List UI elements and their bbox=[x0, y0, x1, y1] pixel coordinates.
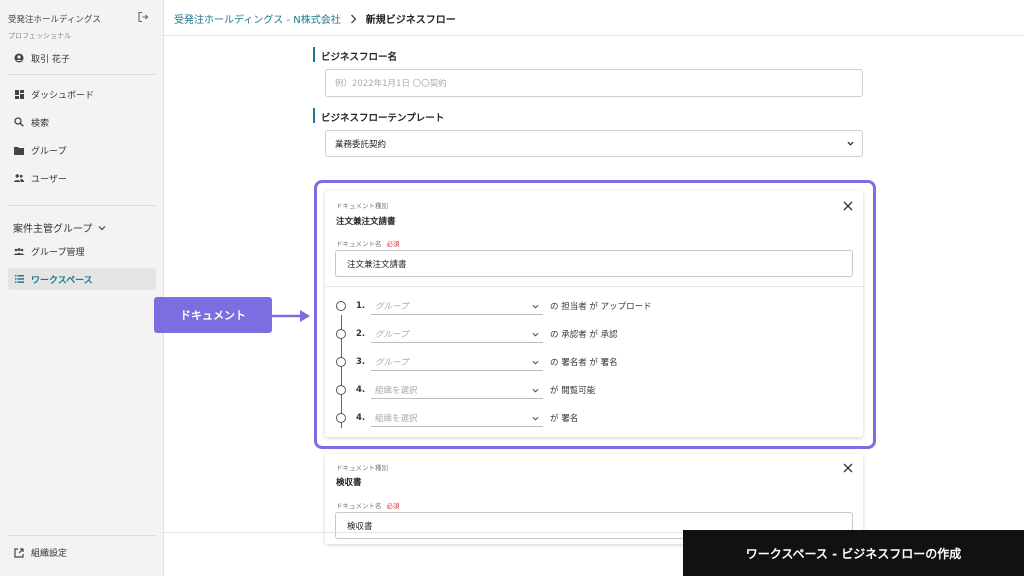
sidebar-divider bbox=[8, 535, 156, 536]
step-org-select[interactable]: 組織を選択 bbox=[371, 381, 543, 399]
sidebar-group-header[interactable]: 案件主管グループ bbox=[13, 220, 106, 235]
step-description: の 担当者 が アップロード bbox=[550, 302, 652, 312]
folder-icon bbox=[14, 145, 24, 155]
breadcrumb: 受発注ホールディングス - N株式会社 新規ビジネスフロー bbox=[174, 11, 456, 26]
chevron-down-icon bbox=[98, 225, 106, 230]
template-select[interactable]: 業務委託契約 bbox=[325, 130, 863, 157]
chevron-right-icon bbox=[350, 14, 357, 23]
document-name-label: ドキュメント名 必須 bbox=[336, 500, 400, 510]
step-number: 4. bbox=[356, 385, 366, 395]
step-number: 3. bbox=[356, 357, 366, 367]
user-name: 取引 花子 bbox=[31, 54, 70, 65]
step-radio-circle[interactable] bbox=[336, 385, 346, 395]
user-circle-icon bbox=[14, 53, 24, 63]
step-description: が 署名 bbox=[550, 414, 579, 424]
step-number: 1. bbox=[356, 301, 366, 311]
top-bar: 受発注ホールディングス - N株式会社 新規ビジネスフロー bbox=[164, 0, 1024, 36]
step-org-select[interactable]: 組織を選択 bbox=[371, 409, 543, 427]
document-name-label-text: ドキュメント名 bbox=[336, 240, 382, 248]
sidebar-item-group[interactable]: グループ bbox=[8, 139, 156, 161]
document-type-label: ドキュメント種別 bbox=[336, 202, 388, 210]
sidebar-divider bbox=[8, 74, 156, 75]
dashboard-icon bbox=[14, 89, 24, 99]
step-select-placeholder: 組織を選択 bbox=[375, 385, 418, 396]
users-icon bbox=[14, 173, 24, 183]
org-settings-label: 組織設定 bbox=[31, 549, 68, 559]
required-badge: 必須 bbox=[386, 240, 400, 248]
step-description: が 閲覧可能 bbox=[550, 386, 596, 396]
flow-name-label: ビジネスフロー名 bbox=[313, 47, 397, 63]
document-type-value: 検収書 bbox=[336, 478, 362, 488]
step-select-placeholder: グループ bbox=[375, 357, 409, 368]
chevron-down-icon bbox=[532, 388, 539, 393]
document-type-label: ドキュメント種別 bbox=[336, 464, 388, 472]
step-description: の 承認者 が 承認 bbox=[550, 330, 618, 340]
sidebar-item-users[interactable]: ユーザー bbox=[8, 167, 156, 189]
sidebar-item-search[interactable]: 検索 bbox=[8, 111, 156, 133]
step-radio-circle[interactable] bbox=[336, 301, 346, 311]
sidebar-item-group-management[interactable]: グループ管理 bbox=[8, 240, 156, 262]
card-divider bbox=[325, 286, 863, 287]
chevron-down-icon bbox=[532, 360, 539, 365]
sidebar-item-label: ダッシュボード bbox=[31, 90, 95, 101]
list-icon bbox=[14, 274, 24, 284]
chevron-down-icon bbox=[532, 304, 539, 309]
step-select-placeholder: 組織を選択 bbox=[375, 413, 418, 424]
chevron-down-icon bbox=[847, 141, 854, 146]
sidebar: 受発注ホールディングス プロフェッショナル 取引 花子 ダッシュボード 検索 グ… bbox=[0, 0, 164, 576]
sidebar-user[interactable]: 取引 花子 bbox=[8, 47, 156, 69]
document-name-label-text: ドキュメント名 bbox=[336, 502, 382, 510]
document-card: ドキュメント種別 注文兼注文請書 ドキュメント名 必須 注文兼注文請書 1. グル… bbox=[325, 191, 863, 437]
group-icon bbox=[14, 246, 24, 256]
step-radio-circle[interactable] bbox=[336, 357, 346, 367]
workflow-step: 4. 組織を選択 が 閲覧可能 bbox=[336, 381, 836, 399]
sidebar-item-label: ユーザー bbox=[31, 174, 67, 185]
search-icon bbox=[14, 117, 24, 127]
page-title: 新規ビジネスフロー bbox=[365, 15, 456, 26]
required-badge: 必須 bbox=[386, 502, 400, 510]
chevron-down-icon bbox=[532, 332, 539, 337]
step-number: 4. bbox=[356, 413, 366, 423]
sidebar-item-label: ワークスペース bbox=[31, 275, 93, 286]
step-select-placeholder: グループ bbox=[375, 329, 409, 340]
sidebar-item-org-settings[interactable]: 組織設定 bbox=[8, 546, 67, 559]
external-link-icon bbox=[14, 547, 24, 558]
workflow-step: 1. グループ の 担当者 が アップロード bbox=[336, 297, 836, 315]
close-icon[interactable] bbox=[843, 463, 853, 473]
workflow-step: 4. 組織を選択 が 署名 bbox=[336, 409, 836, 427]
document-name-label: ドキュメント名 必須 bbox=[336, 238, 400, 248]
arrow-right-icon bbox=[272, 310, 310, 322]
sidebar-divider bbox=[8, 205, 156, 206]
chevron-down-icon bbox=[532, 416, 539, 421]
workflow-step: 3. グループ の 署名者 が 署名 bbox=[336, 353, 836, 371]
plan-label: プロフェッショナル bbox=[8, 32, 71, 40]
step-select-placeholder: グループ bbox=[375, 301, 409, 312]
group-header-label: 案件主管グループ bbox=[13, 224, 93, 235]
step-number: 2. bbox=[356, 329, 366, 339]
caption-banner: ワークスペース - ビジネスフローの作成 bbox=[683, 530, 1024, 576]
step-radio-circle[interactable] bbox=[336, 329, 346, 339]
logout-icon[interactable] bbox=[137, 11, 149, 23]
company-name: 受発注ホールディングス bbox=[8, 15, 101, 25]
template-label: ビジネスフローテンプレート bbox=[313, 108, 444, 124]
step-group-select[interactable]: グループ bbox=[371, 297, 543, 315]
sidebar-item-workspace[interactable]: ワークスペース bbox=[8, 268, 156, 290]
document-name-input[interactable]: 注文兼注文請書 bbox=[335, 250, 853, 277]
step-group-select[interactable]: グループ bbox=[371, 353, 543, 371]
close-icon[interactable] bbox=[843, 201, 853, 211]
sidebar-item-dashboard[interactable]: ダッシュボード bbox=[8, 83, 156, 105]
sidebar-item-label: 検索 bbox=[31, 118, 50, 129]
workflow-step: 2. グループ の 承認者 が 承認 bbox=[336, 325, 836, 343]
step-radio-circle[interactable] bbox=[336, 413, 346, 423]
document-callout: ドキュメント bbox=[154, 297, 272, 333]
template-select-value: 業務委託契約 bbox=[335, 139, 387, 150]
step-description: の 署名者 が 署名 bbox=[550, 358, 618, 368]
sidebar-item-label: グループ bbox=[31, 146, 67, 157]
breadcrumb-parent-link[interactable]: 受発注ホールディングス - N株式会社 bbox=[174, 11, 341, 26]
step-group-select[interactable]: グループ bbox=[371, 325, 543, 343]
document-type-value: 注文兼注文請書 bbox=[336, 217, 396, 227]
flow-name-input[interactable]: 例）2022年1月1日 〇〇契約 bbox=[325, 69, 863, 97]
sidebar-item-label: グループ管理 bbox=[31, 247, 85, 258]
